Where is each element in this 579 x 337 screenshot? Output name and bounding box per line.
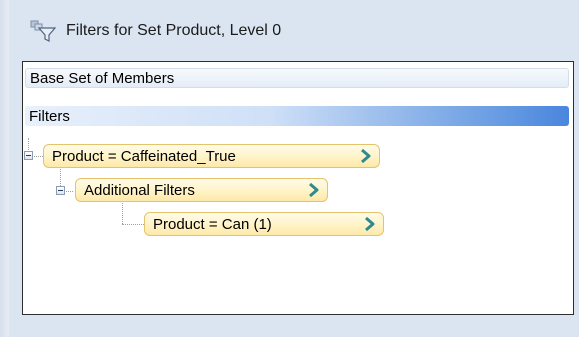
collapse-toggle[interactable]	[56, 186, 65, 195]
collapse-toggle[interactable]	[24, 151, 33, 160]
additional-filters-node[interactable]: Additional Filters	[75, 178, 328, 202]
chevron-right-icon[interactable]	[363, 217, 375, 231]
chevron-right-icon[interactable]	[359, 149, 371, 163]
filter-funnel-icon	[30, 20, 56, 42]
filters-label: Filters	[29, 107, 70, 125]
window-left-edge	[0, 0, 9, 337]
window-title: Filters for Set Product, Level 0	[66, 22, 282, 39]
filter-node-label: Additional Filters	[84, 181, 195, 199]
tree-connector	[122, 224, 144, 225]
base-set-label: Base Set of Members	[30, 69, 175, 87]
filter-window: Filters for Set Product, Level 0 Base Se…	[0, 0, 579, 337]
filter-definition-panel: Base Set of Members Filters Product = Ca…	[22, 61, 574, 315]
tree-connector	[64, 191, 73, 192]
filter-node-caffeinated[interactable]: Product = Caffeinated_True	[43, 144, 380, 168]
chevron-right-icon[interactable]	[307, 183, 319, 197]
filters-section[interactable]: Filters	[25, 106, 569, 126]
tree-connector	[32, 156, 43, 157]
tree-connector	[122, 200, 123, 224]
window-header: Filters for Set Product, Level 0	[30, 16, 281, 46]
filter-node-label: Product = Caffeinated_True	[52, 147, 236, 165]
filter-node-label: Product = Can (1)	[153, 215, 272, 233]
base-set-section[interactable]: Base Set of Members	[25, 68, 569, 88]
filter-node-can[interactable]: Product = Can (1)	[144, 212, 384, 236]
